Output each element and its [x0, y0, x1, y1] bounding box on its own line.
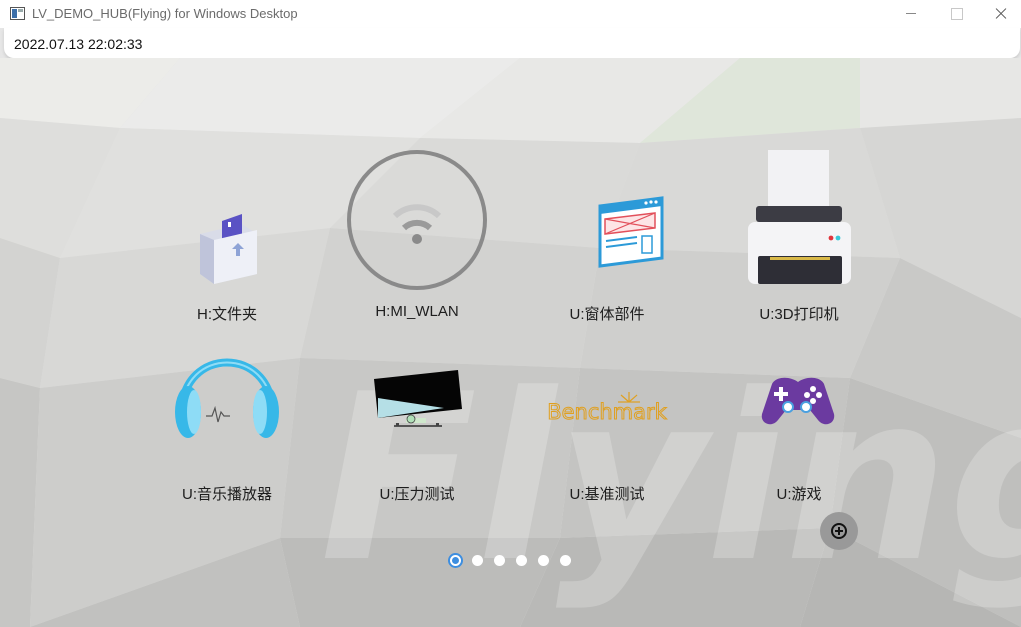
app-benchmark[interactable]: Benchmark U:基准测试 [522, 326, 692, 503]
stress-test-icon [374, 370, 462, 427]
app-label: H:MI_WLAN [375, 303, 459, 320]
app-game[interactable]: U:游戏 [714, 326, 884, 503]
app-label: U:基准测试 [569, 486, 645, 503]
page-indicator[interactable] [448, 552, 578, 570]
clock-datetime: 2022.07.13 22:02:33 [14, 36, 143, 52]
app-label: U:游戏 [776, 486, 822, 503]
title-bar[interactable]: LV_DEMO_HUB(Flying) for Windows Desktop [0, 0, 1021, 28]
app-widgets[interactable]: U:窗体部件 [522, 146, 692, 323]
page-dot-active[interactable] [448, 553, 463, 568]
widgets-window-icon [598, 196, 664, 268]
add-app-button[interactable] [820, 512, 858, 550]
page-dot[interactable] [538, 555, 549, 566]
gamepad-icon [761, 377, 835, 425]
plus-circle-icon [831, 523, 847, 539]
app-mi-wlan[interactable]: H:MI_WLAN [332, 146, 502, 320]
app-label: U:3D打印机 [759, 306, 839, 323]
folder-icon [200, 214, 257, 284]
headphones-icon [175, 358, 279, 438]
printer-icon [748, 150, 851, 284]
page-dot[interactable] [472, 555, 483, 566]
minimize-button[interactable] [888, 0, 934, 28]
app-launcher-desktop[interactable]: Flying H:文件夹 H:MI_WLAN [0, 58, 1021, 627]
status-bar: 2022.07.13 22:02:33 [4, 28, 1020, 58]
wifi-icon [347, 150, 487, 290]
app-label: U:窗体部件 [569, 306, 645, 323]
app-label: U:压力测试 [379, 486, 455, 503]
app-3d-printer[interactable]: U:3D打印机 [714, 146, 884, 323]
page-dot[interactable] [560, 555, 571, 566]
app-folder[interactable]: H:文件夹 [142, 146, 312, 323]
app-window-icon [10, 7, 25, 20]
app-stress-test[interactable]: U:压力测试 [332, 326, 502, 503]
close-button[interactable] [978, 0, 1021, 28]
app-label: U:音乐播放器 [181, 486, 272, 503]
app-label: H:文件夹 [196, 306, 257, 323]
app-music-player[interactable]: U:音乐播放器 [142, 326, 312, 503]
window-title: LV_DEMO_HUB(Flying) for Windows Desktop [32, 6, 298, 21]
maximize-button[interactable] [933, 0, 979, 28]
page-dot[interactable] [516, 555, 527, 566]
benchmark-icon: Benchmark [547, 392, 668, 425]
benchmark-logo-text: Benchmark [547, 400, 667, 424]
page-dot[interactable] [494, 555, 505, 566]
